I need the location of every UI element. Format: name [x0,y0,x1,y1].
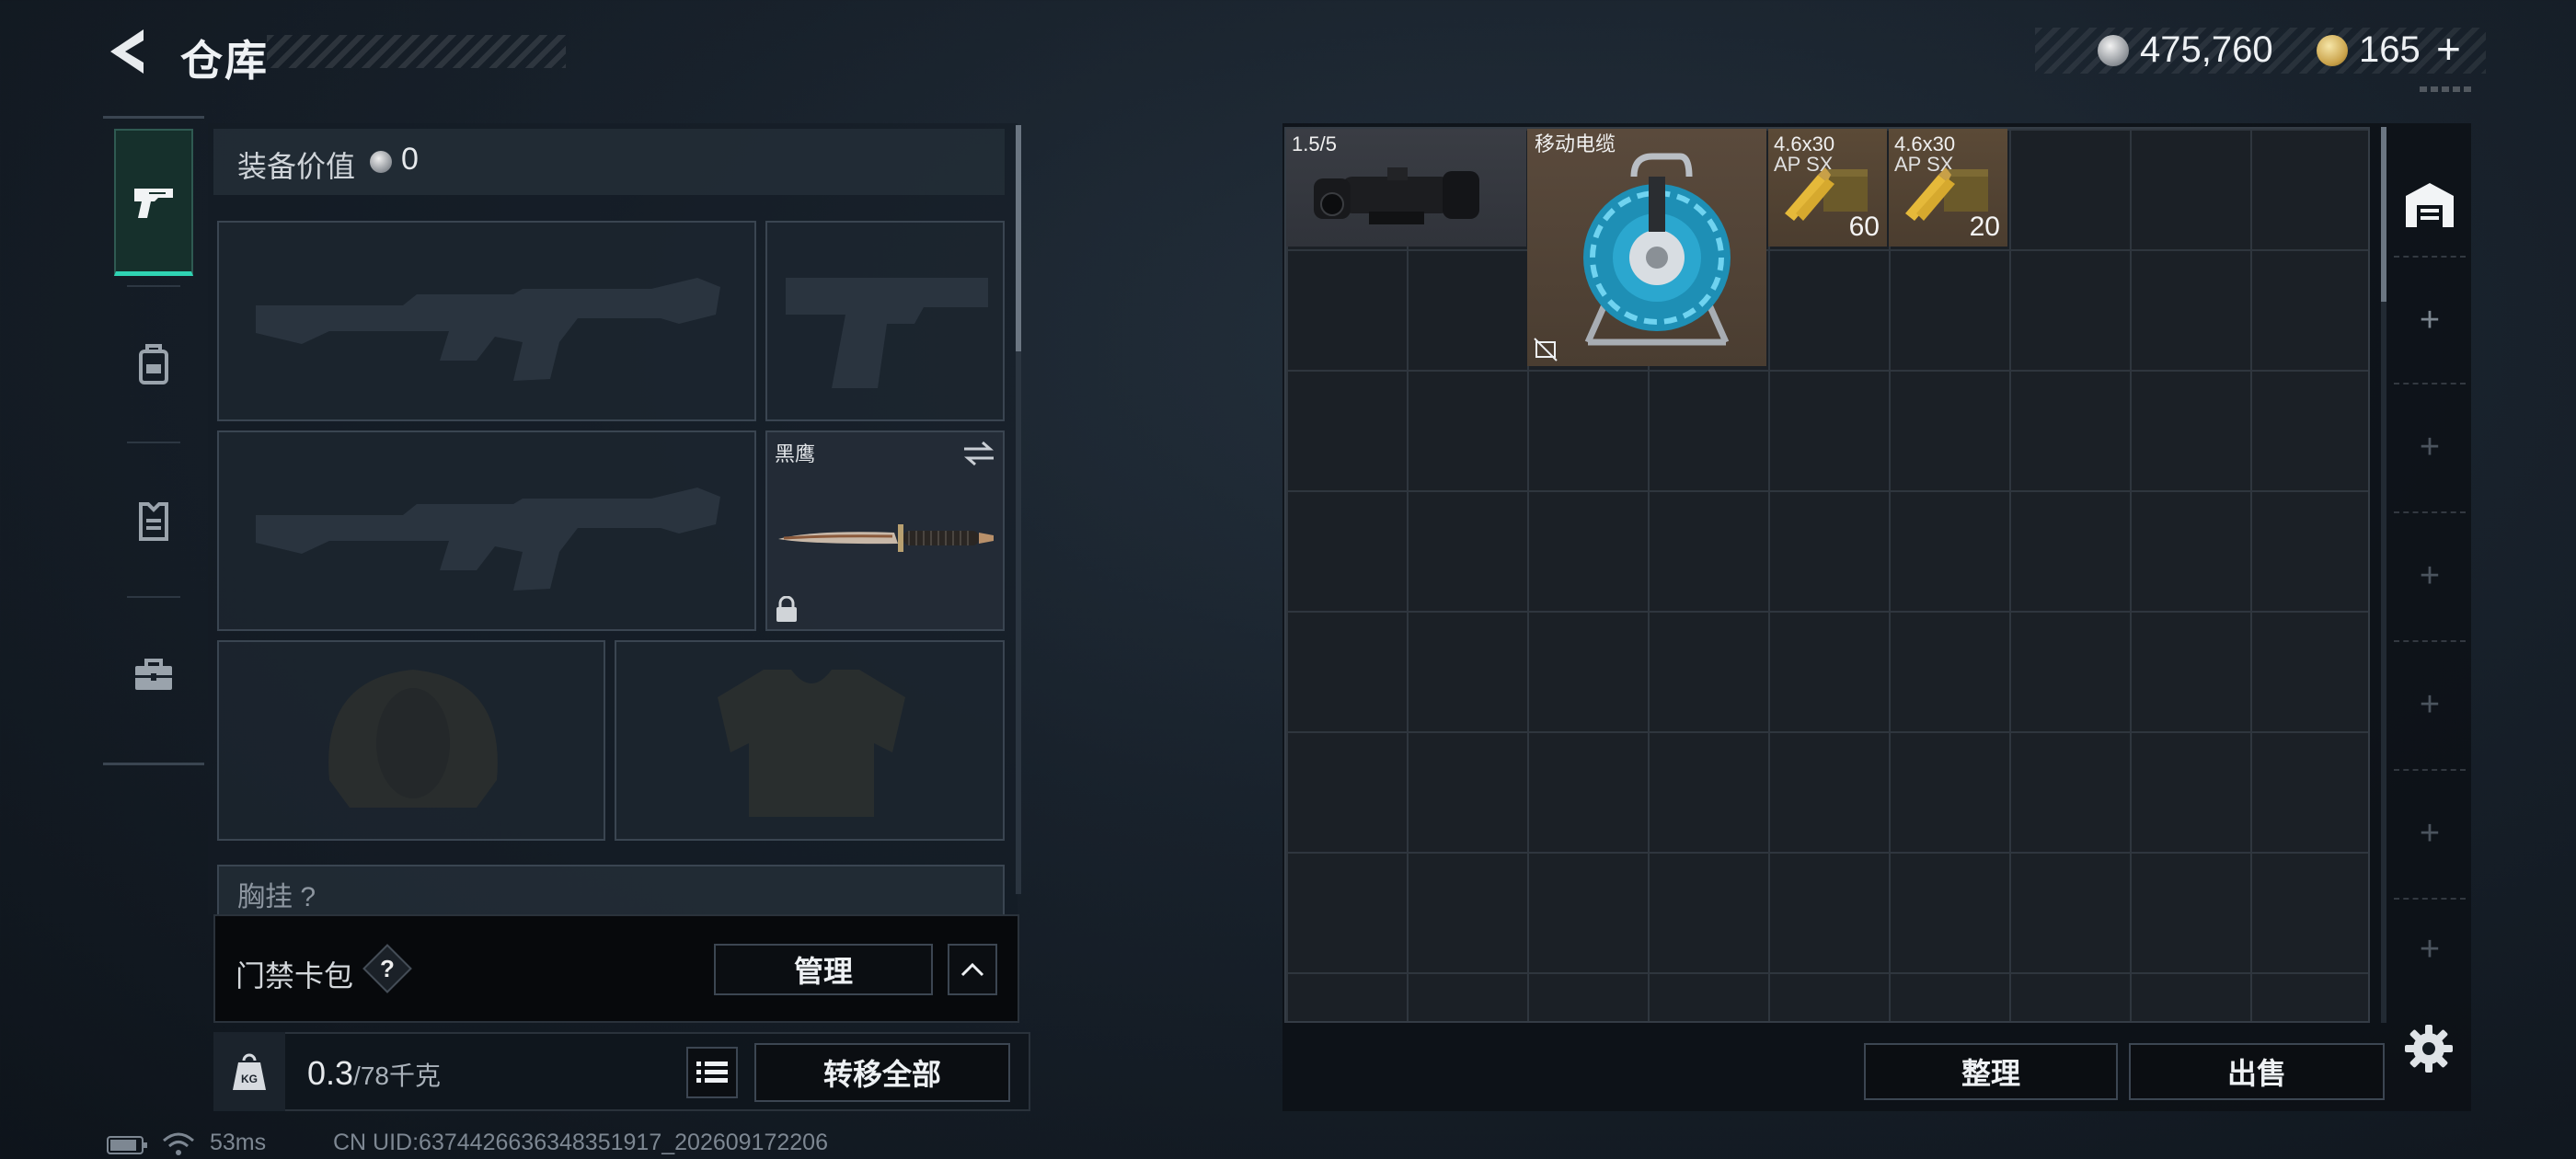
cable-reel-icon [1583,153,1731,346]
list-view-button[interactable] [686,1047,738,1098]
item-label-line1: 4.6x30 [1774,132,1835,155]
transfer-all-button[interactable]: 转移全部 [754,1043,1010,1102]
chevron-up-icon [960,962,984,977]
armor-vest-icon [139,502,168,541]
stash-item-cable-reel[interactable]: 移动电缆 [1527,129,1766,366]
uid-readout: CN UID:6374426636348351917_202609172206 [333,1130,828,1155]
armor-silhouette-icon [718,670,905,817]
item-quantity: 60 [1848,212,1880,242]
item-quantity: 20 [1969,212,2000,242]
melee-slot[interactable]: 黑鹰 [765,430,1005,631]
no-sell-icon [1534,338,1558,361]
title-decoration [267,35,566,68]
gold-coin-icon [2317,35,2348,66]
warehouse-icon [2406,183,2454,227]
nav-cases[interactable] [114,602,193,749]
rifle-silhouette-icon [256,278,720,381]
svg-text:KG: KG [241,1073,258,1085]
decorative-dashes [2420,86,2475,92]
equipment-value-label: 装备价值 [237,150,356,183]
helmet-slot[interactable] [217,640,605,841]
item-label-line1: 4.6x30 [1894,132,1956,155]
back-icon[interactable] [103,28,155,75]
wifi-icon [162,1131,195,1159]
knife-icon [778,524,994,552]
stash-item-scope[interactable]: 1.5/5 [1286,129,1526,247]
access-card-label: 门禁卡包 [236,959,354,993]
silver-amount: 475,760 [2140,29,2273,70]
rifle-silhouette-icon [256,488,720,591]
add-stash-tab-button[interactable]: + [2394,511,2466,638]
equipment-scroll-thumb[interactable] [1016,125,1021,351]
silver-coin-icon [370,151,392,173]
add-stash-tab-button[interactable]: + [2394,383,2466,510]
equipment-value: 0 [401,142,419,177]
gold-amount: 165 [2359,29,2421,70]
weight-current: 0.3 [307,1054,354,1092]
nav-separator [127,442,180,443]
collapse-button[interactable] [948,944,997,995]
nav-separator [127,596,180,598]
weight-readout: 0.3/78千克 [307,1054,441,1093]
stash-tab-main[interactable] [2394,155,2466,256]
backpack-icon [139,344,168,384]
stash-item-ammo-1[interactable]: 4.6x30 AP SX 60 [1768,129,1887,247]
chest-rig-label: 胸挂 ? [237,882,316,912]
primary-weapon-slot-2[interactable] [217,430,756,631]
help-icon[interactable]: ? [370,951,405,986]
lock-icon [776,596,797,622]
briefcase-icon [135,659,172,690]
silver-coin-icon [2098,35,2129,66]
helmet-silhouette-icon [328,670,498,808]
add-stash-tab-button[interactable]: + [2394,898,2466,999]
body-armor-slot[interactable] [615,640,1005,841]
stash-item-ammo-2[interactable]: 4.6x30 AP SX 20 [1889,129,2007,247]
swap-icon[interactable] [960,440,997,467]
stash-scroll-thumb[interactable] [2381,127,2386,302]
list-icon [696,1061,728,1083]
primary-weapon-slot-1[interactable] [217,221,756,421]
chest-rig-slot[interactable] [217,865,1005,916]
scope-icon [1314,167,1479,224]
pistol-slot[interactable] [765,221,1005,421]
nav-separator [127,285,180,287]
battery-icon [107,1135,149,1159]
pistol-silhouette-icon [786,278,988,388]
add-currency-icon[interactable]: + [2436,28,2461,70]
stash-grid[interactable] [1284,127,2370,1023]
weight-icon: KG [213,1032,285,1111]
add-stash-tab-button[interactable]: + [2394,769,2466,896]
add-stash-tab-button[interactable]: + [2394,640,2466,767]
add-stash-tab-button[interactable]: + [2394,256,2466,383]
melee-name: 黑鹰 [775,442,816,465]
page-title: 仓库 [180,37,269,85]
nav-armor[interactable] [114,447,193,594]
pistol-icon [134,188,173,218]
nav-backpack[interactable] [114,291,193,438]
manage-button[interactable]: 管理 [714,944,933,995]
weight-max: /78千克 [353,1061,441,1090]
sort-button[interactable]: 整理 [1864,1043,2118,1100]
ping-readout: 53ms [210,1130,267,1155]
gear-icon[interactable] [2403,1023,2455,1074]
nav-weapons[interactable] [114,129,193,276]
sell-button[interactable]: 出售 [2129,1043,2385,1100]
